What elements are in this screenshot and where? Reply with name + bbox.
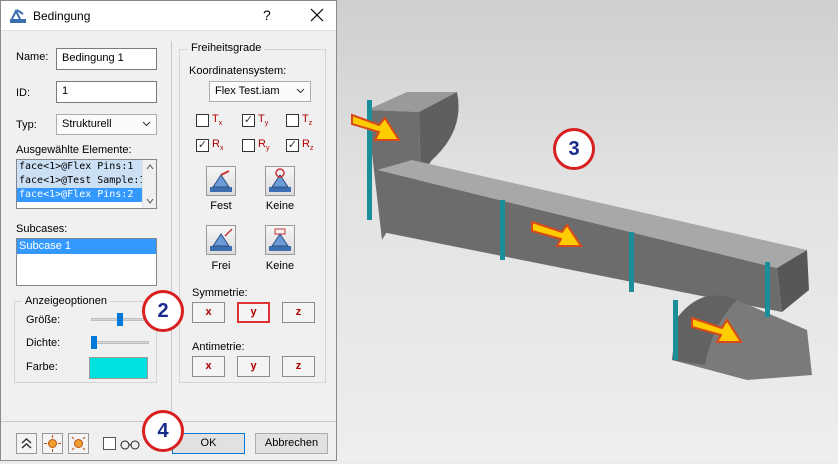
none-constraint-icon-2	[269, 228, 291, 251]
display-options-title: Anzeigeoptionen	[22, 295, 110, 307]
tx-label: Tx	[212, 113, 222, 127]
density-label: Dichte:	[26, 337, 61, 349]
selected-elements-label: Ausgewählte Elemente:	[16, 144, 132, 156]
fixed-constraint-icon	[210, 170, 232, 192]
none-button-2[interactable]	[265, 225, 295, 255]
none-label-1: Keine	[265, 200, 295, 212]
color-label: Farbe:	[26, 361, 58, 373]
symmetry-label: Symmetrie:	[192, 287, 248, 299]
size-label: Größe:	[26, 314, 61, 326]
fixed-button[interactable]	[206, 166, 236, 196]
free-constraint-icon	[210, 228, 233, 251]
ty-checkbox[interactable]: ✓	[242, 114, 255, 127]
type-label: Typ:	[16, 119, 37, 131]
fixed-label: Fest	[210, 200, 232, 212]
tx-checkbox[interactable]	[196, 114, 209, 127]
size-slider-thumb[interactable]	[117, 313, 123, 326]
ry-label-base: R	[258, 138, 266, 150]
symmetry-z-button[interactable]: z	[282, 302, 315, 323]
free-label: Frei	[211, 260, 231, 272]
name-field[interactable]: Bedingung 1	[56, 48, 157, 70]
ty-label-base: T	[258, 113, 265, 125]
rz-label-base: R	[302, 138, 310, 150]
scrollbar[interactable]	[142, 160, 156, 208]
symmetry-y-button[interactable]: y	[237, 302, 270, 323]
coord-system-value: Flex Test.iam	[215, 85, 280, 97]
sun-glyph-icon	[44, 435, 61, 452]
name-label: Name:	[16, 51, 49, 63]
constraint-icon	[10, 8, 26, 23]
antisymmetry-y-button[interactable]: y	[237, 356, 270, 377]
rx-label-base: R	[212, 138, 220, 150]
constraint-dialog: Bedingung ? Name: Bedingung 1 ID: 1 Typ:…	[0, 0, 337, 461]
id-label: ID:	[16, 87, 31, 99]
show-glyphs-button[interactable]	[42, 433, 63, 454]
rz-label: Rz	[302, 138, 313, 152]
list-item[interactable]: face<1>@Flex Pins:2	[17, 188, 156, 202]
subcases-list[interactable]: Subcase 1	[16, 238, 157, 286]
coord-system-label: Koordinatensystem:	[189, 65, 287, 77]
dialog-title: Bedingung	[33, 9, 91, 23]
rx-label-sub: x	[219, 145, 224, 153]
free-button[interactable]	[206, 225, 236, 255]
rz-checkbox[interactable]: ✓	[286, 139, 299, 152]
tz-label: Tz	[302, 113, 312, 127]
rx-checkbox[interactable]: ✓	[196, 139, 209, 152]
color-swatch[interactable]	[89, 357, 148, 379]
antisymmetry-z-button[interactable]: z	[282, 356, 315, 377]
id-field[interactable]: 1	[56, 81, 157, 103]
ry-label: Ry	[258, 138, 269, 152]
antisymmetry-x-button[interactable]: x	[192, 356, 225, 377]
double-chevron-up-icon	[21, 437, 32, 449]
sun-glyph-all-icon	[71, 436, 86, 451]
ry-checkbox[interactable]	[242, 139, 255, 152]
density-slider-track[interactable]	[91, 341, 149, 344]
list-item[interactable]: face<1>@Test Sample:1	[17, 174, 156, 188]
selected-elements-list[interactable]: face<1>@Flex Pins:1 face<1>@Test Sample:…	[16, 159, 157, 209]
glasses-checkbox[interactable]	[103, 437, 116, 450]
flex-test-model	[351, 92, 812, 380]
model-viewport[interactable]: 3	[337, 0, 838, 461]
tz-checkbox[interactable]	[286, 114, 299, 127]
subcases-label: Subcases:	[16, 223, 68, 235]
symmetry-x-button[interactable]: x	[192, 302, 225, 323]
type-dropdown[interactable]: Strukturell	[56, 114, 157, 135]
chevron-down-icon	[296, 88, 305, 94]
callout-4: 4	[142, 410, 184, 452]
ry-label-sub: y	[265, 145, 270, 153]
tz-label-base: T	[302, 113, 309, 125]
callout-2: 2	[142, 290, 184, 332]
collapse-button[interactable]	[16, 433, 37, 454]
none-label-2: Keine	[265, 260, 295, 272]
close-icon[interactable]	[307, 5, 327, 25]
column-divider	[171, 41, 172, 421]
list-item[interactable]: Subcase 1	[17, 239, 156, 254]
ty-label-sub: y	[264, 120, 269, 128]
rz-label-sub: z	[309, 145, 314, 153]
coord-system-dropdown[interactable]: Flex Test.iam	[209, 81, 311, 102]
glasses-icon	[120, 440, 140, 450]
cancel-button[interactable]: Abbrechen	[255, 433, 328, 454]
show-all-glyphs-button[interactable]	[68, 433, 89, 454]
density-slider-thumb[interactable]	[91, 336, 97, 349]
scroll-down-icon[interactable]	[146, 197, 154, 205]
rx-label: Rx	[212, 138, 223, 152]
list-item[interactable]: face<1>@Flex Pins:1	[17, 160, 156, 174]
none-button-1[interactable]	[265, 166, 295, 196]
scroll-up-icon[interactable]	[146, 163, 154, 171]
chevron-down-icon	[142, 121, 151, 127]
tx-label-sub: x	[218, 120, 223, 128]
antisymmetry-label: Antimetrie:	[192, 341, 245, 353]
callout-3: 3	[553, 128, 595, 170]
dof-title: Freiheitsgrade	[188, 42, 265, 54]
none-constraint-icon	[269, 168, 291, 192]
type-value: Strukturell	[62, 118, 112, 130]
tx-label-base: T	[212, 113, 219, 125]
title-bar: Bedingung ?	[1, 1, 336, 31]
ty-label: Ty	[258, 113, 268, 127]
help-button[interactable]: ?	[263, 7, 271, 23]
tz-label-sub: z	[308, 120, 313, 128]
